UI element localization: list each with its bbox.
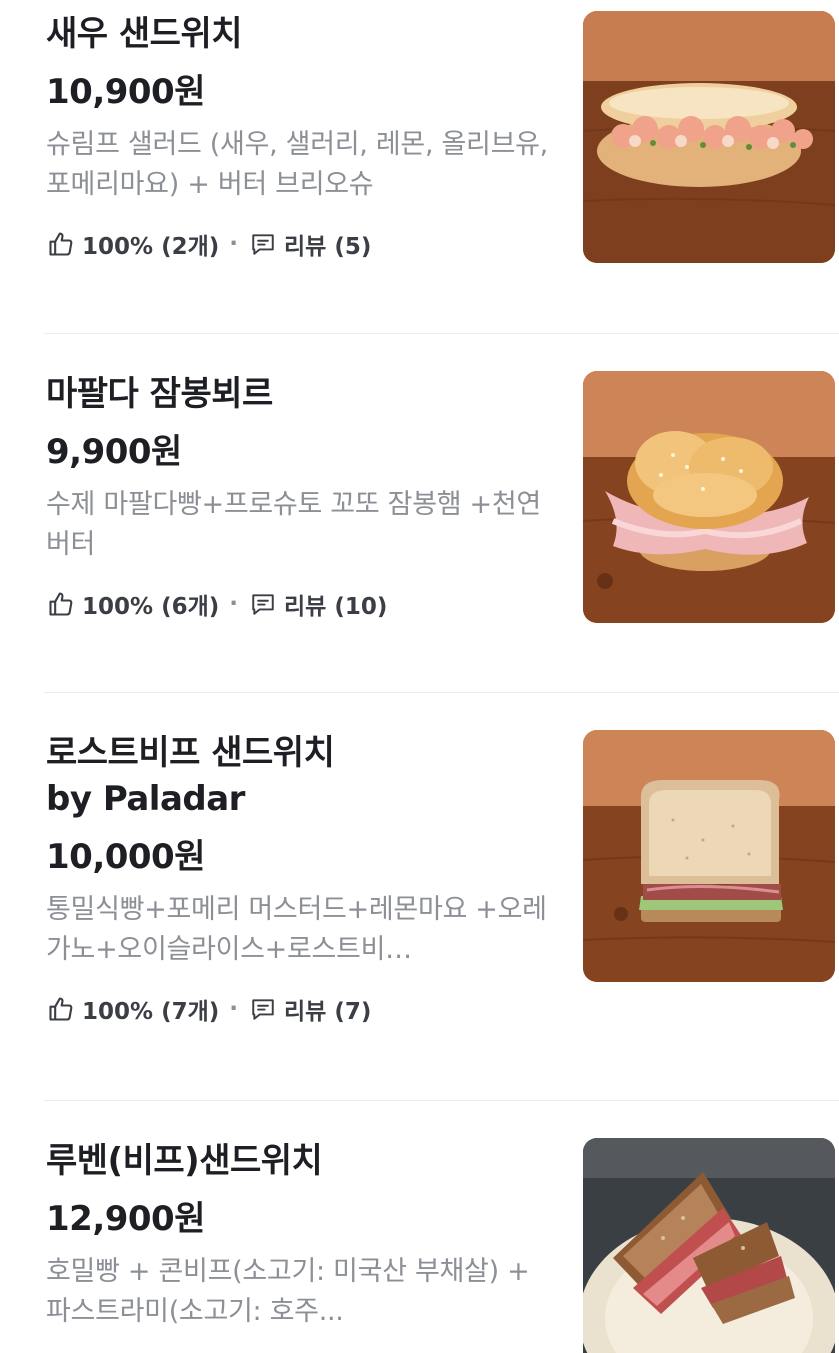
menu-item-price: 10,000원 xyxy=(46,837,205,877)
separator-dot: · xyxy=(229,996,238,1022)
comment-icon xyxy=(248,994,278,1024)
menu-item-price: 10,900원 xyxy=(46,72,205,112)
mafalda-jambon-beurre-image xyxy=(583,371,835,623)
comment-icon xyxy=(248,229,278,259)
menu-item-stats: 100% (6개) · 리뷰 (10) xyxy=(46,588,551,620)
menu-item-name: 로스트비프 샌드위치 xyxy=(46,733,335,773)
thumbs-up-icon xyxy=(46,229,76,259)
menu-item-name: 마팔다 잠봉뵈르 xyxy=(46,374,273,414)
shrimp-sandwich-image xyxy=(583,11,835,263)
menu-item[interactable]: 로스트비프 샌드위치 by Paladar 10,000원 통밀식빵+포메리 머… xyxy=(0,693,839,1100)
menu-item-description: 수제 마팔다빵+프로슈토 꼬또 잠봉햄 +천연버터 xyxy=(46,489,541,560)
menu-item[interactable]: 루벤(비프)샌드위치 12,900원 호밀빵 + 콘비프(소고기: 미국산 부채… xyxy=(0,1101,839,1353)
menu-item-info: 마팔다 잠봉뵈르 9,900원 수제 마팔다빵+프로슈토 꼬또 잠봉햄 +천연버… xyxy=(46,371,551,620)
menu-item-name: 새우 샌드위치 xyxy=(46,14,243,54)
menu-item-info: 새우 샌드위치 10,900원 슈림프 샐러드 (새우, 샐러리, 레몬, 올리… xyxy=(46,11,551,260)
menu-item-price: 12,900원 xyxy=(46,1199,205,1239)
review-count[interactable]: 리뷰 (10) xyxy=(284,587,387,621)
menu-item-description: 통밀식빵+포메리 머스터드+레몬마요 +오레가노+오이슬라이스+로스트비… xyxy=(46,894,547,965)
menu-list: 새우 샌드위치 10,900원 슈림프 샐러드 (새우, 샐러리, 레몬, 올리… xyxy=(0,0,839,1353)
menu-item-stats: 100% (2개) · 리뷰 (5) xyxy=(46,228,551,260)
roast-beef-sandwich-image xyxy=(583,730,835,982)
menu-item[interactable]: 마팔다 잠봉뵈르 9,900원 수제 마팔다빵+프로슈토 꼬또 잠봉햄 +천연버… xyxy=(0,334,839,692)
menu-item-info: 로스트비프 샌드위치 by Paladar 10,000원 통밀식빵+포메리 머… xyxy=(46,730,551,1025)
comment-icon xyxy=(248,589,278,619)
like-rate: 100% (2개) xyxy=(82,234,220,260)
separator-dot: · xyxy=(229,591,238,617)
menu-item-description: 호밀빵 + 콘비프(소고기: 미국산 부채살) + 파스트라미(소고기: 호주.… xyxy=(46,1256,530,1327)
review-count[interactable]: 리뷰 (5) xyxy=(284,227,371,261)
like-rate: 100% (6개) xyxy=(82,594,220,620)
reuben-sandwich-image xyxy=(583,1138,835,1353)
menu-item-description: 슈림프 샐러드 (새우, 샐러리, 레몬, 올리브유, 포메리마요) + 버터 … xyxy=(46,129,548,200)
menu-item[interactable]: 새우 샌드위치 10,900원 슈림프 샐러드 (새우, 샐러리, 레몬, 올리… xyxy=(0,0,839,333)
menu-item-name: 루벤(비프)샌드위치 xyxy=(46,1141,323,1181)
menu-item-stats: 100% (7개) · 리뷰 (7) xyxy=(46,993,551,1025)
thumbs-up-icon xyxy=(46,994,76,1024)
menu-item-price: 9,900원 xyxy=(46,432,182,472)
thumbs-up-icon xyxy=(46,589,76,619)
menu-item-name-line-2: by Paladar xyxy=(46,779,245,819)
menu-item-info: 루벤(비프)샌드위치 12,900원 호밀빵 + 콘비프(소고기: 미국산 부채… xyxy=(46,1138,551,1332)
like-rate: 100% (7개) xyxy=(82,999,220,1025)
review-count[interactable]: 리뷰 (7) xyxy=(284,992,371,1026)
separator-dot: · xyxy=(229,231,238,257)
